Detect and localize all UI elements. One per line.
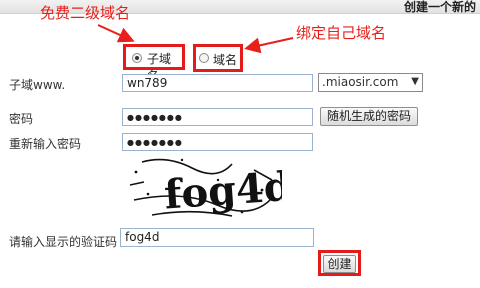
domain-suffix-value: .miaosir.com: [322, 75, 399, 89]
subdomain-label: 子域www.: [9, 78, 66, 92]
random-password-button[interactable]: 随机生成的密码: [320, 107, 418, 126]
domain-suffix-select[interactable]: .miaosir.com ▼: [318, 73, 423, 92]
arrow-to-subdomain: [97, 24, 135, 43]
captcha-label: 请输入显示的验证码: [9, 235, 118, 249]
subdomain-radio[interactable]: [132, 53, 142, 63]
subdomain-input[interactable]: wn789: [122, 74, 313, 92]
confirm-password-label: 重新输入密码: [9, 137, 82, 151]
subdomain-option-box: 子域名: [123, 44, 185, 83]
domain-radio[interactable]: [199, 53, 209, 63]
password-label: 密码: [9, 112, 34, 126]
arrow-to-domain: [244, 37, 294, 54]
create-button[interactable]: 创建: [323, 255, 356, 273]
domain-option-label: 域名: [213, 53, 238, 67]
domain-option-box: 域名: [193, 44, 243, 72]
password-input[interactable]: ●●●●●●●: [122, 108, 313, 126]
confirm-password-input[interactable]: ●●●●●●●: [122, 133, 313, 151]
captcha-image: fog4d: [129, 158, 282, 219]
captcha-text: fog4d: [163, 163, 282, 219]
dropdown-arrow-icon: ▼: [411, 76, 419, 87]
create-button-highlight: 创建: [318, 250, 361, 276]
captcha-input[interactable]: fog4d: [120, 228, 314, 247]
